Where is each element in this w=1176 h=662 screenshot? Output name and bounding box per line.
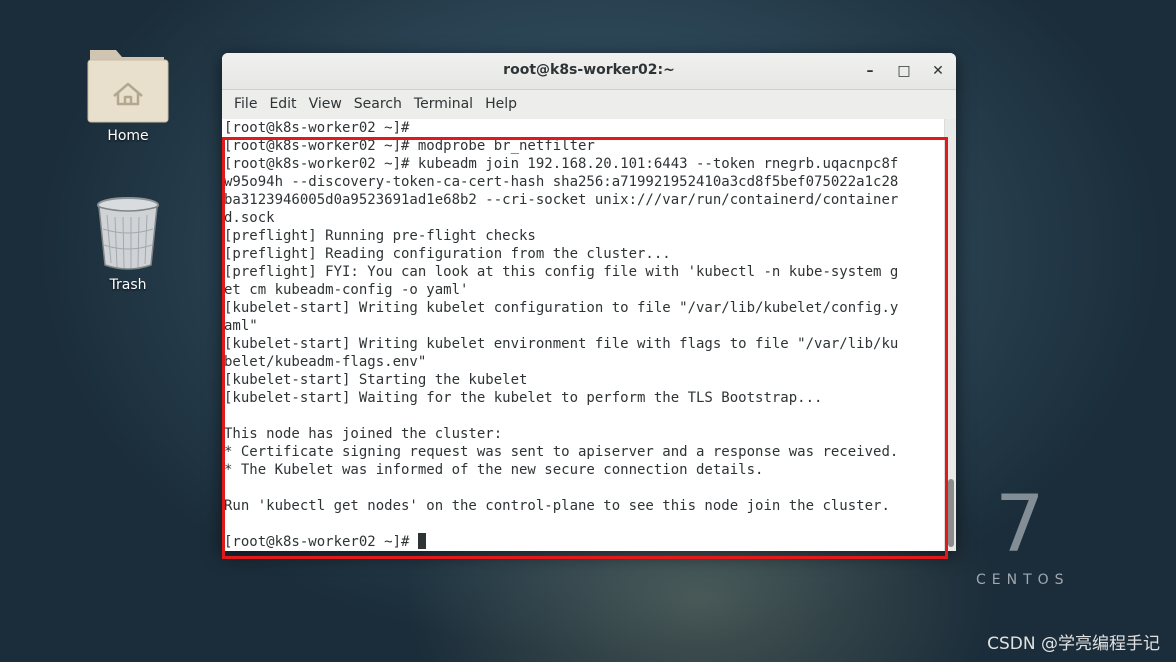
terminal-line: d.sock	[224, 209, 944, 227]
desktop-icon-label: Trash	[109, 277, 147, 293]
terminal-line: This node has joined the cluster:	[224, 425, 944, 443]
terminal-window[interactable]: root@k8s-worker02:~ – □ ✕ File Edit View…	[222, 53, 956, 551]
terminal-line-text: This node has joined the cluster:	[224, 426, 503, 442]
terminal-line: [kubelet-start] Writing kubelet configur…	[224, 299, 944, 317]
terminal-line: [preflight] Reading configuration from t…	[224, 245, 944, 263]
scrollbar-thumb[interactable]	[948, 479, 954, 547]
terminal-line-text: [preflight] Running pre-flight checks	[224, 228, 536, 244]
terminal-line: [preflight] Running pre-flight checks	[224, 227, 944, 245]
terminal-line: Run 'kubectl get nodes' on the control-p…	[224, 497, 944, 515]
menu-search[interactable]: Search	[348, 90, 408, 119]
trash-icon	[97, 197, 159, 270]
terminal-line: [kubelet-start] Writing kubelet environm…	[224, 335, 944, 353]
terminal-scrollbar[interactable]	[944, 119, 956, 551]
terminal-line: * Certificate signing request was sent t…	[224, 443, 944, 461]
minimize-button[interactable]: –	[860, 61, 880, 81]
terminal-line-text: [preflight] FYI: You can look at this co…	[224, 264, 899, 280]
terminal-line-text: [kubelet-start] Starting the kubelet	[224, 372, 528, 388]
terminal-line: ba3123946005d0a9523691ad1e68b2 --cri-soc…	[224, 191, 944, 209]
terminal-line: [kubelet-start] Waiting for the kubelet …	[224, 389, 944, 407]
terminal-line: [kubelet-start] Starting the kubelet	[224, 371, 944, 389]
menu-bar: File Edit View Search Terminal Help	[222, 90, 956, 120]
watermark-text: CSDN @学亮编程手记	[987, 634, 1160, 654]
terminal-line: w95o94h --discovery-token-ca-cert-hash s…	[224, 173, 944, 191]
terminal-line-text: [kubelet-start] Writing kubelet configur…	[224, 300, 899, 316]
terminal-line-text: aml"	[224, 318, 258, 334]
window-titlebar[interactable]: root@k8s-worker02:~ – □ ✕	[222, 53, 956, 90]
terminal-line: * The Kubelet was informed of the new se…	[224, 461, 944, 479]
terminal-line-text: w95o94h --discovery-token-ca-cert-hash s…	[224, 174, 899, 190]
terminal-line-text: * The Kubelet was informed of the new se…	[224, 462, 764, 478]
menu-help[interactable]: Help	[479, 90, 523, 119]
desktop-icon-trash[interactable]: Trash	[68, 195, 188, 293]
terminal-line-text: [preflight] Reading configuration from t…	[224, 246, 671, 262]
terminal-cursor	[417, 533, 426, 549]
terminal-line-text: Run 'kubectl get nodes' on the control-p…	[224, 498, 890, 514]
terminal-line-text: [kubelet-start] Waiting for the kubelet …	[224, 390, 823, 406]
terminal-line: belet/kubeadm-flags.env"	[224, 353, 944, 371]
terminal-line-text: belet/kubeadm-flags.env"	[224, 354, 427, 370]
terminal-line-text: [root@k8s-worker02 ~]#	[224, 534, 418, 550]
close-button[interactable]: ✕	[928, 61, 948, 81]
terminal-line-text: d.sock	[224, 210, 275, 226]
terminal-line: et cm kubeadm-config -o yaml'	[224, 281, 944, 299]
terminal-line-text: [kubelet-start] Writing kubelet environm…	[224, 336, 899, 352]
menu-file[interactable]: File	[228, 90, 263, 119]
terminal-output[interactable]: [root@k8s-worker02 ~]# [root@k8s-worker02…	[222, 119, 944, 551]
terminal-line-text: [root@k8s-worker02 ~]#	[224, 120, 410, 136]
terminal-line-text: et cm kubeadm-config -o yaml'	[224, 282, 469, 298]
terminal-line: aml"	[224, 317, 944, 335]
centos-logo-text: CENTOS	[976, 572, 1070, 588]
home-folder-icon	[87, 50, 169, 123]
window-title: root@k8s-worker02:~	[503, 62, 675, 78]
menu-view[interactable]: View	[303, 90, 348, 119]
maximize-button[interactable]: □	[894, 61, 914, 81]
desktop-icon-home[interactable]: Home	[68, 40, 188, 144]
terminal-line-text: ba3123946005d0a9523691ad1e68b2 --cri-soc…	[224, 192, 899, 208]
centos-version-mark: 7	[995, 480, 1045, 570]
terminal-line: [preflight] FYI: You can look at this co…	[224, 263, 944, 281]
terminal-line: [root@k8s-worker02 ~]# kubeadm join 192.…	[224, 155, 944, 173]
terminal-line-text: [root@k8s-worker02 ~]# kubeadm join 192.…	[224, 156, 899, 172]
terminal-line: [root@k8s-worker02 ~]# modprobe br_netfi…	[224, 137, 944, 155]
desktop-icon-label: Home	[107, 128, 149, 144]
terminal-lines: [root@k8s-worker02 ~]# [root@k8s-worker02…	[222, 119, 944, 551]
menu-edit[interactable]: Edit	[263, 90, 302, 119]
terminal-line: [root@k8s-worker02 ~]#	[224, 119, 944, 137]
menu-terminal[interactable]: Terminal	[408, 90, 479, 119]
terminal-line-text: [root@k8s-worker02 ~]# modprobe br_netfi…	[224, 138, 595, 154]
terminal-line-text: * Certificate signing request was sent t…	[224, 444, 899, 460]
terminal-line: [root@k8s-worker02 ~]#	[224, 533, 944, 551]
